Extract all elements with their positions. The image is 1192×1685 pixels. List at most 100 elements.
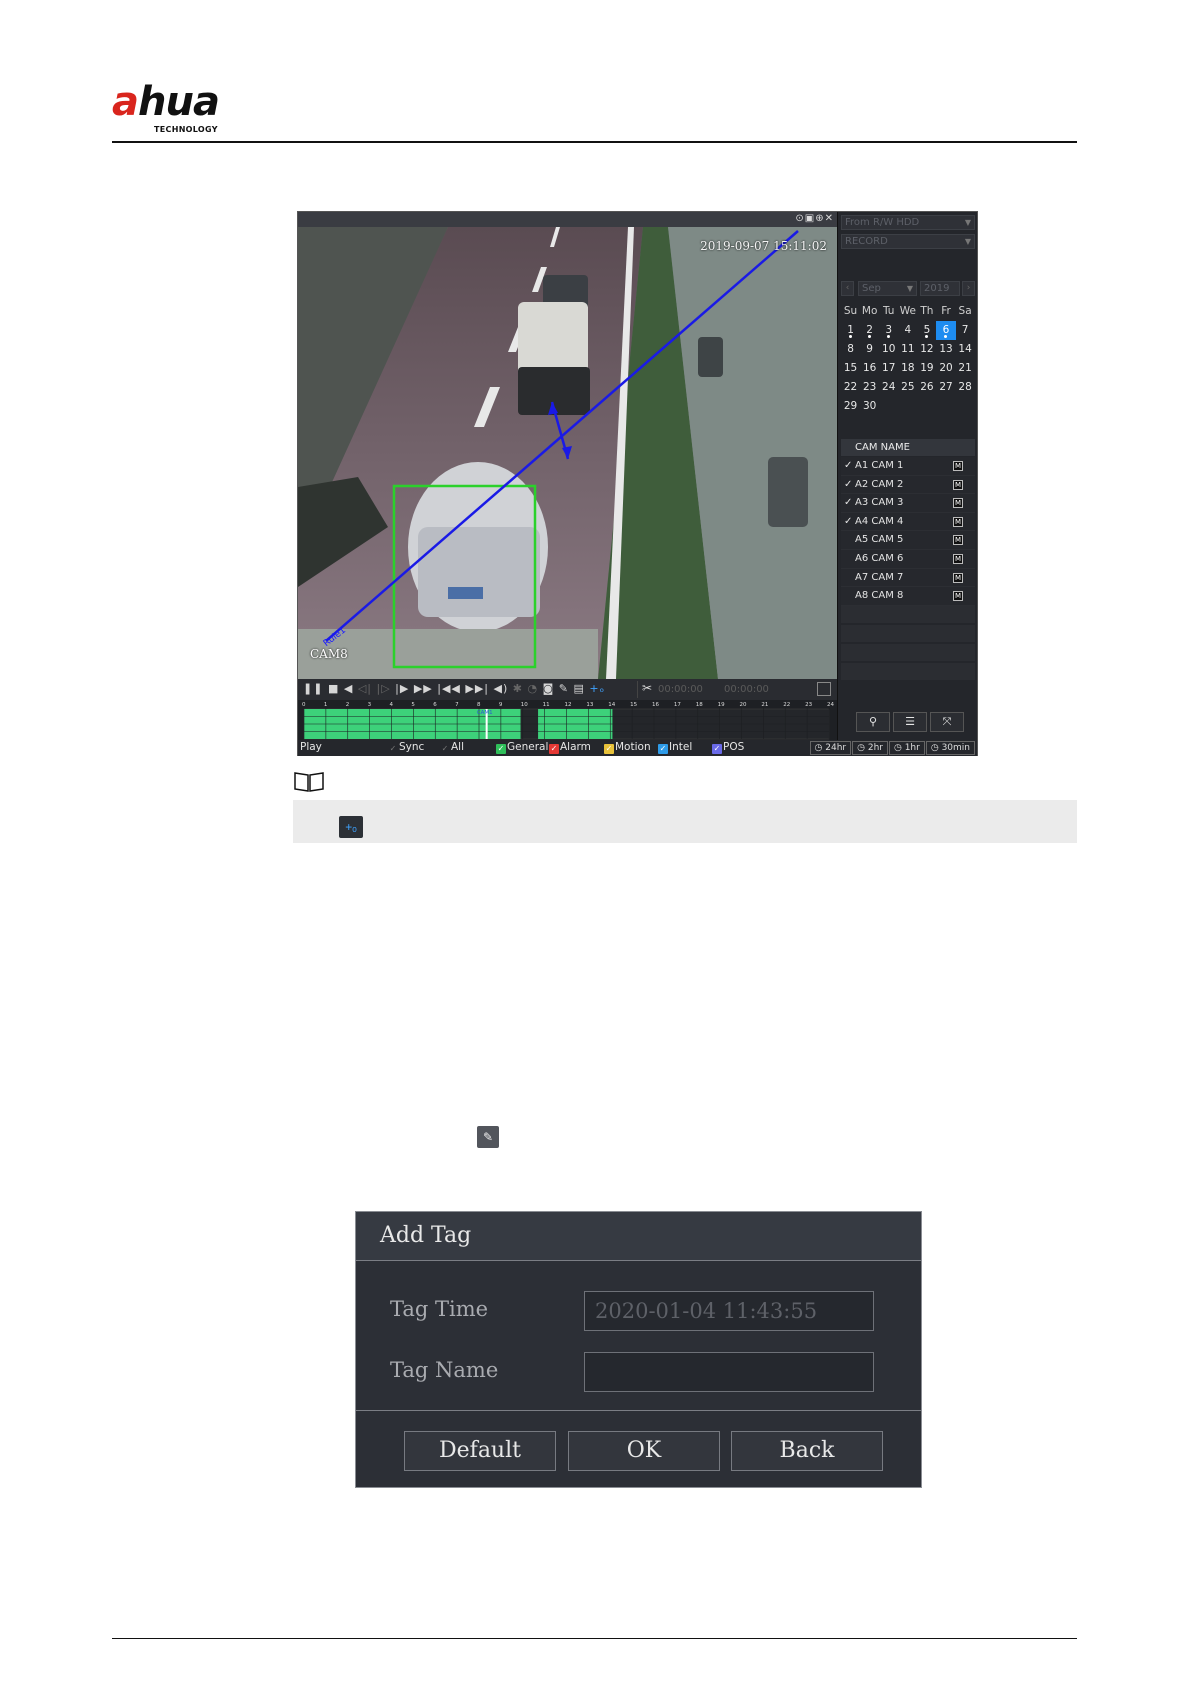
main-stream-badge[interactable]: M — [953, 516, 963, 527]
calendar-day[interactable]: 23 — [860, 378, 879, 397]
ivs-rule-icon[interactable]: +ₒ — [589, 682, 605, 695]
clip-end-time[interactable]: 00:00:00 — [724, 684, 769, 695]
video-view[interactable]: 2019-09-07 15:11:02 Rule1 CAM8 — [298, 227, 837, 679]
calendar-day[interactable]: 28 — [956, 378, 975, 397]
default-button[interactable]: Default — [404, 1431, 556, 1471]
main-stream-badge[interactable]: M — [953, 591, 963, 602]
calendar-day[interactable]: 20 — [936, 359, 955, 378]
next-frame-icon[interactable]: |▷ — [376, 682, 390, 695]
camera-check-icon[interactable]: ✓ — [844, 457, 854, 475]
previous-record-icon[interactable]: |◀◀ — [437, 682, 461, 695]
save-clip-icon[interactable] — [817, 682, 831, 696]
ok-button[interactable]: OK — [568, 1431, 720, 1471]
clip-scissor-icon[interactable]: ✂ — [642, 681, 652, 695]
calendar-day[interactable]: 24 — [879, 378, 898, 397]
smart-search-button[interactable]: ⚲ — [856, 712, 890, 732]
general-checkbox[interactable]: ✓ General — [496, 741, 548, 754]
record-type-dropdown[interactable]: RECORD ▼ — [841, 234, 975, 249]
timeline[interactable]: 0 1 2 3 4 5 6 7 8 9 10 11 12 13 14 15 16 17 18 19 20 21 22 23 24… — [298, 700, 837, 740]
back-button[interactable]: Back — [731, 1431, 883, 1471]
tag-name-field[interactable] — [584, 1352, 874, 1392]
all-checkbox[interactable]: ✓ All — [440, 741, 464, 754]
sync-checkbox[interactable]: ✓ Sync — [388, 741, 425, 754]
main-stream-badge[interactable]: M — [953, 461, 963, 471]
camera-list-item[interactable]: ✓ A1 CAM 1 M — [841, 457, 975, 476]
lock-icon[interactable]: ✱ — [513, 682, 523, 695]
source-dropdown[interactable]: From R/W HDD ▼ — [841, 215, 975, 230]
range-24hr-button[interactable]: ◷ 24hr — [809, 741, 852, 755]
main-stream-badge[interactable]: M — [953, 479, 963, 490]
range-30min-button[interactable]: ◷ 30min — [925, 741, 975, 755]
pos-checkbox[interactable]: ✓ POS — [712, 741, 744, 754]
pause-icon[interactable]: ❚❚ — [303, 682, 323, 695]
alarm-checkbox[interactable]: ✓ Alarm — [549, 741, 591, 754]
intel-checkbox[interactable]: ✓ Intel — [658, 741, 692, 754]
fullscreen-button[interactable]: ⤧ — [930, 712, 964, 732]
camera-list-item[interactable]: A8 CAM 8 M — [841, 587, 975, 606]
clip-start-time[interactable]: 00:00:00 — [658, 684, 703, 695]
fisheye-icon[interactable]: ◔ — [527, 682, 538, 695]
camera-list-item[interactable]: ✓ A3 CAM 3 M — [841, 494, 975, 513]
next-record-icon[interactable]: ▶▶| — [465, 682, 489, 695]
add-tag-icon[interactable]: ✎ — [559, 682, 569, 695]
camera-check-icon[interactable]: ✓ — [844, 476, 854, 494]
calendar-day[interactable]: 2 — [860, 321, 879, 340]
calendar-day[interactable]: 1 — [841, 321, 860, 340]
calendar-day[interactable]: 29 — [841, 397, 860, 416]
camera-list-item[interactable]: ✓ A4 CAM 4 M — [841, 512, 975, 532]
camera-list-item[interactable]: A6 CAM 6 M — [841, 549, 975, 569]
camera-list-item[interactable]: ✓ A2 CAM 2 M — [841, 475, 975, 495]
file-list-button[interactable]: ☰ — [893, 712, 927, 732]
main-stream-badge[interactable]: M — [953, 498, 963, 509]
next-month-icon[interactable]: › — [962, 281, 975, 296]
range-1hr-button[interactable]: ◷ 1hr — [888, 741, 925, 755]
camera-list-item[interactable]: A5 CAM 5 M — [841, 531, 975, 550]
volume-icon[interactable]: ◀) — [494, 682, 509, 695]
calendar-day[interactable]: 19 — [917, 359, 936, 378]
calendar-day[interactable]: 15 — [841, 359, 860, 378]
fast-forward-icon[interactable]: ▶▶ — [414, 682, 433, 695]
calendar-day[interactable]: 9 — [860, 340, 879, 359]
timeline-bar[interactable]: 0 1 2 3 4 5 6 7 8 9 10 11 12 13 14 15 16 17 18 19 20 21 22 23 24… — [298, 700, 837, 740]
calendar-day[interactable]: 3 — [879, 321, 898, 340]
calendar-day[interactable]: 25 — [898, 378, 917, 397]
prev-frame-icon[interactable]: ◁| — [358, 682, 372, 695]
camera-list-item[interactable]: A7 CAM 7 M — [841, 568, 975, 588]
camera-check-icon[interactable]: ✓ — [844, 494, 854, 512]
main-stream-badge[interactable]: M — [953, 572, 963, 583]
timeline-hour-label: 5 — [411, 702, 415, 708]
reverse-play-icon[interactable]: ◀ — [344, 682, 353, 695]
calendar-day[interactable]: 27 — [936, 378, 955, 397]
calendar-day[interactable]: 21 — [956, 359, 975, 378]
calendar-day[interactable]: 6 — [936, 321, 956, 340]
year-select[interactable]: 2019 — [920, 281, 960, 296]
month-select[interactable]: Sep ▼ — [858, 281, 917, 296]
prev-month-icon[interactable]: ‹ — [841, 281, 854, 296]
calendar-day[interactable]: 5 — [917, 321, 936, 340]
snapshot-icon[interactable]: ◙ — [543, 682, 555, 695]
calendar-day[interactable]: 12 — [917, 340, 936, 359]
calendar-day[interactable]: 26 — [917, 378, 936, 397]
calendar-day[interactable]: 4 — [898, 321, 917, 340]
slow-play-icon[interactable]: |▶ — [395, 682, 409, 695]
calendar-day[interactable]: 17 — [879, 359, 898, 378]
calendar-day[interactable]: 7 — [956, 321, 975, 340]
stop-icon[interactable]: ■ — [328, 682, 339, 695]
camera-check-icon[interactable]: ✓ — [844, 513, 854, 531]
window-controls-icon[interactable]: ⊙▣⊕✕ — [795, 213, 834, 224]
range-2hr-button[interactable]: ◷ 2hr — [852, 741, 888, 755]
calendar-day[interactable]: 8 — [841, 340, 860, 359]
main-stream-badge[interactable]: M — [953, 553, 963, 564]
calendar-day[interactable]: 16 — [860, 359, 879, 378]
calendar-day[interactable]: 11 — [898, 340, 917, 359]
smart-search-icon[interactable]: ▤ — [574, 682, 585, 695]
calendar-day[interactable]: 10 — [879, 340, 898, 359]
calendar-day[interactable]: 30 — [860, 397, 879, 416]
main-stream-badge[interactable]: M — [953, 535, 963, 546]
calendar-day[interactable]: 13 — [936, 340, 955, 359]
add-tag-pin-icon: ✎ — [477, 1126, 499, 1148]
calendar-day[interactable]: 14 — [956, 340, 975, 359]
calendar-day[interactable]: 22 — [841, 378, 860, 397]
calendar-day[interactable]: 18 — [898, 359, 917, 378]
motion-checkbox[interactable]: ✓ Motion — [604, 741, 651, 754]
